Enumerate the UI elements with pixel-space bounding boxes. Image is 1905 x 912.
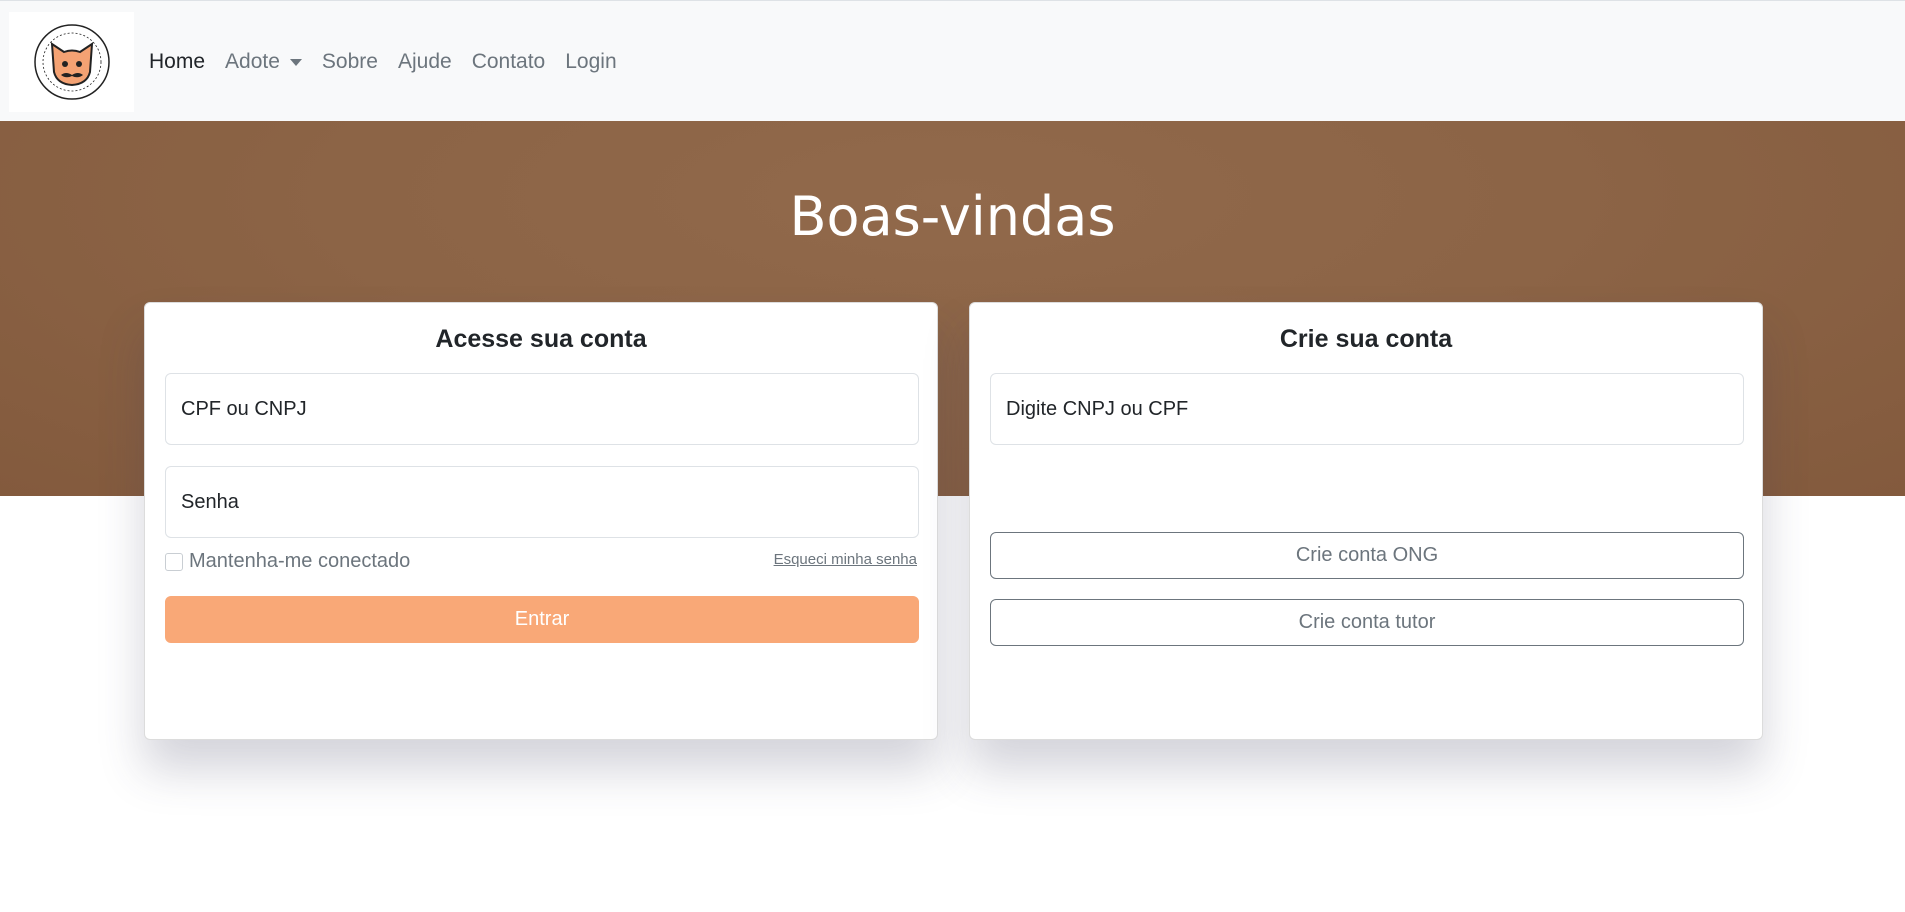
create-ong-account-button[interactable]: Crie conta ONG (990, 532, 1744, 579)
cat-logo-icon (33, 24, 110, 100)
nav-adote-dropdown[interactable]: Adote (225, 50, 302, 74)
nav-sobre-link[interactable]: Sobre (322, 50, 378, 74)
nav-links: Home Adote Sobre Ajude Contato Login (149, 1, 637, 122)
hero-title: Boas-vindas (789, 185, 1116, 248)
login-card-title: Acesse sua conta (435, 325, 647, 353)
signup-cnpj-cpf-input[interactable] (990, 373, 1744, 445)
login-card: Acesse sua conta Mantenha-me conectado E… (144, 302, 938, 740)
nav-login-link[interactable]: Login (565, 50, 616, 74)
cpf-cnpj-input[interactable] (165, 373, 919, 445)
caret-down-icon (289, 59, 302, 66)
create-tutor-account-button[interactable]: Crie conta tutor (990, 599, 1744, 646)
logo[interactable] (9, 12, 134, 112)
nav-ajude-link[interactable]: Ajude (398, 50, 452, 74)
nav-contato-link[interactable]: Contato (472, 50, 546, 74)
nav-adote-label: Adote (225, 49, 280, 73)
remember-me-label: Mantenha-me conectado (189, 550, 411, 572)
login-button[interactable]: Entrar (165, 596, 919, 643)
password-input[interactable] (165, 466, 919, 538)
nav-home-link[interactable]: Home (149, 50, 205, 74)
forgot-password-link[interactable]: Esqueci minha senha (774, 551, 917, 568)
signup-card-title: Crie sua conta (1279, 325, 1453, 353)
signup-card: Crie sua conta Crie conta ONG Crie conta… (969, 302, 1763, 740)
remember-me: Mantenha-me conectado (165, 550, 410, 573)
remember-me-checkbox[interactable] (165, 552, 183, 571)
top-navbar: Home Adote Sobre Ajude Contato Login (0, 0, 1905, 121)
